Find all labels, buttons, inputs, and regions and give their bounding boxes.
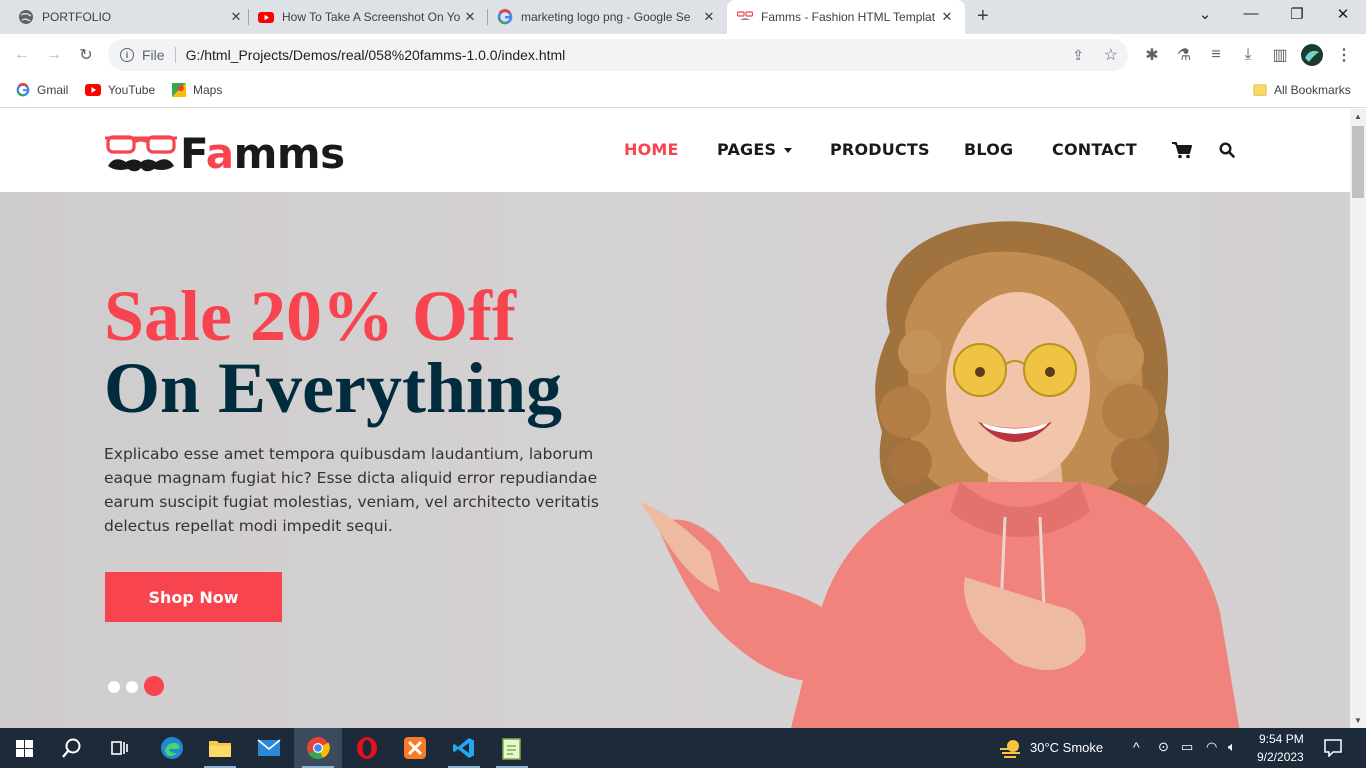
main-nav: HOME PAGES PRODUCTS BLOG CONTACT — [0, 140, 1350, 164]
site-header: Famms HOME PAGES PRODUCTS BLOG CONTACT — [0, 109, 1350, 192]
weather-text[interactable]: 30°C Smoke — [1030, 740, 1103, 755]
xampp-icon[interactable] — [391, 728, 439, 768]
all-bookmarks-label: All Bookmarks — [1274, 83, 1351, 97]
nav-contact[interactable]: CONTACT — [1052, 140, 1137, 159]
famms-favicon — [737, 11, 753, 20]
scroll-up-icon[interactable]: ▲ — [1350, 112, 1366, 121]
bookmark-label: Gmail — [37, 83, 69, 97]
media-controls-icon[interactable]: ≡ — [1205, 44, 1227, 66]
nav-pages[interactable]: PAGES — [717, 140, 793, 159]
scroll-thumb[interactable] — [1352, 126, 1364, 198]
volume-icon[interactable]: 🔈︎ — [1228, 739, 1236, 755]
tab-portfolio[interactable]: PORTFOLIO ✕ — [18, 0, 244, 34]
back-icon[interactable]: ← — [11, 44, 33, 66]
download-icon[interactable]: ⤓ — [1237, 44, 1259, 66]
close-icon[interactable]: ✕ — [939, 9, 955, 25]
browser-tab-strip: PORTFOLIO ✕ How To Take A Screenshot On … — [0, 0, 1366, 34]
caret-down-icon — [784, 148, 793, 153]
hero-title-line1: Sale 20% Off — [104, 276, 516, 356]
close-icon[interactable]: ✕ — [462, 9, 478, 25]
page-scrollbar[interactable]: ▲ ▼ — [1350, 109, 1366, 728]
share-icon[interactable]: ⇪ — [1072, 47, 1084, 64]
tab-title: How To Take A Screenshot On Yo — [282, 10, 461, 24]
hero-slider: Sale 20% Off On Everything Explicabo ess… — [0, 192, 1350, 728]
forward-icon[interactable]: → — [43, 44, 65, 66]
notepad-plus-plus-icon[interactable] — [488, 728, 536, 768]
file-explorer-icon[interactable] — [196, 728, 244, 768]
cart-icon[interactable] — [1172, 141, 1192, 163]
google-icon — [16, 83, 30, 97]
extensions-icon[interactable]: ✱ — [1141, 44, 1163, 66]
menu-icon[interactable]: ⋮ — [1333, 44, 1355, 66]
task-view-icon[interactable] — [96, 728, 144, 768]
notifications-icon[interactable] — [1324, 739, 1342, 762]
windows-start-icon[interactable] — [0, 728, 48, 768]
bookmark-star-icon[interactable]: ☆ — [1104, 45, 1118, 65]
nav-pages-label: PAGES — [717, 140, 777, 159]
close-icon[interactable]: ✕ — [228, 9, 244, 25]
bookmark-label: YouTube — [108, 83, 156, 97]
tab-youtube-video[interactable]: How To Take A Screenshot On Yo ✕ — [258, 0, 478, 34]
new-tab-button[interactable]: + — [977, 5, 989, 28]
nav-home[interactable]: HOME — [624, 140, 679, 159]
address-bar[interactable]: i File G:/html_Projects/Demos/real/058%2… — [108, 39, 1128, 71]
tab-google-search[interactable]: marketing logo png - Google Se ✕ — [497, 0, 717, 34]
tab-search-icon[interactable]: ⌄ — [1195, 5, 1215, 23]
bookmark-gmail[interactable]: Gmail — [16, 83, 68, 97]
youtube-icon — [85, 84, 101, 96]
minimize-button[interactable]: — — [1241, 5, 1261, 22]
youtube-icon — [258, 12, 274, 23]
wifi-icon[interactable]: ◠ — [1206, 739, 1217, 755]
tab-title: Famms - Fashion HTML Templat — [761, 10, 936, 24]
side-panel-icon[interactable]: ▥ — [1269, 44, 1291, 66]
browser-toolbar: ← → ↻ i File G:/html_Projects/Demos/real… — [0, 34, 1366, 76]
bookmark-youtube[interactable]: YouTube — [85, 83, 155, 97]
vscode-icon[interactable] — [440, 728, 488, 768]
maps-icon — [172, 83, 186, 97]
google-icon — [497, 9, 513, 25]
labs-icon[interactable]: ⚗ — [1173, 44, 1195, 66]
slider-dot-2[interactable] — [126, 681, 138, 693]
address-scheme-label: File — [142, 47, 165, 63]
reload-icon[interactable]: ↻ — [75, 44, 97, 66]
clock-date[interactable]: 9/2/2023 — [1257, 750, 1304, 764]
nav-products[interactable]: PRODUCTS — [830, 140, 930, 159]
opera-icon[interactable] — [343, 728, 391, 768]
bookmarks-bar: Gmail YouTube Maps All Bookmarks — [0, 76, 1366, 108]
mail-icon[interactable] — [245, 728, 293, 768]
weather-icon[interactable] — [998, 738, 1022, 763]
scroll-down-icon[interactable]: ▼ — [1350, 716, 1366, 725]
nav-blog[interactable]: BLOG — [964, 140, 1013, 159]
profile-avatar[interactable] — [1301, 44, 1323, 66]
bookmark-maps[interactable]: Maps — [172, 83, 222, 97]
info-icon[interactable]: i — [120, 48, 134, 62]
hero-title-line2: On Everything — [104, 348, 563, 428]
search-icon[interactable] — [1219, 142, 1235, 162]
clock-time[interactable]: 9:54 PM — [1259, 732, 1304, 746]
edge-icon[interactable] — [148, 728, 196, 768]
bookmark-label: Maps — [193, 83, 223, 97]
close-window-button[interactable]: ✕ — [1333, 5, 1353, 23]
close-icon[interactable]: ✕ — [701, 9, 717, 25]
page-viewport: Famms HOME PAGES PRODUCTS BLOG CONTACT S… — [0, 109, 1350, 728]
hero-model-image — [640, 221, 1240, 728]
address-url[interactable]: G:/html_Projects/Demos/real/058%20famms-… — [186, 47, 566, 63]
show-hidden-icons-icon[interactable]: ^ — [1133, 739, 1140, 755]
all-bookmarks-folder[interactable]: All Bookmarks — [1253, 83, 1351, 97]
slider-dot-1[interactable] — [108, 681, 120, 693]
hero-description: Explicabo esse amet tempora quibusdam la… — [104, 445, 599, 535]
tab-famms-active[interactable]: Famms - Fashion HTML Templat ✕ — [727, 0, 965, 34]
chrome-icon[interactable] — [294, 728, 342, 768]
windows-taskbar: 30°C Smoke ^ ⊙ ▭ ◠ 🔈︎ 9:54 PM 9/2/2023 — [0, 728, 1366, 768]
slider-dot-3-active[interactable] — [144, 676, 164, 696]
folder-icon — [1253, 84, 1267, 96]
search-icon[interactable] — [48, 728, 96, 768]
tab-title: marketing logo png - Google Se — [521, 10, 691, 24]
tab-title: PORTFOLIO — [42, 10, 112, 24]
restore-button[interactable]: ❐ — [1287, 5, 1307, 23]
meet-now-icon[interactable]: ⊙ — [1158, 739, 1169, 755]
globe-icon — [19, 10, 33, 24]
battery-icon[interactable]: ▭ — [1181, 739, 1193, 755]
shop-now-button[interactable]: Shop Now — [105, 572, 282, 622]
